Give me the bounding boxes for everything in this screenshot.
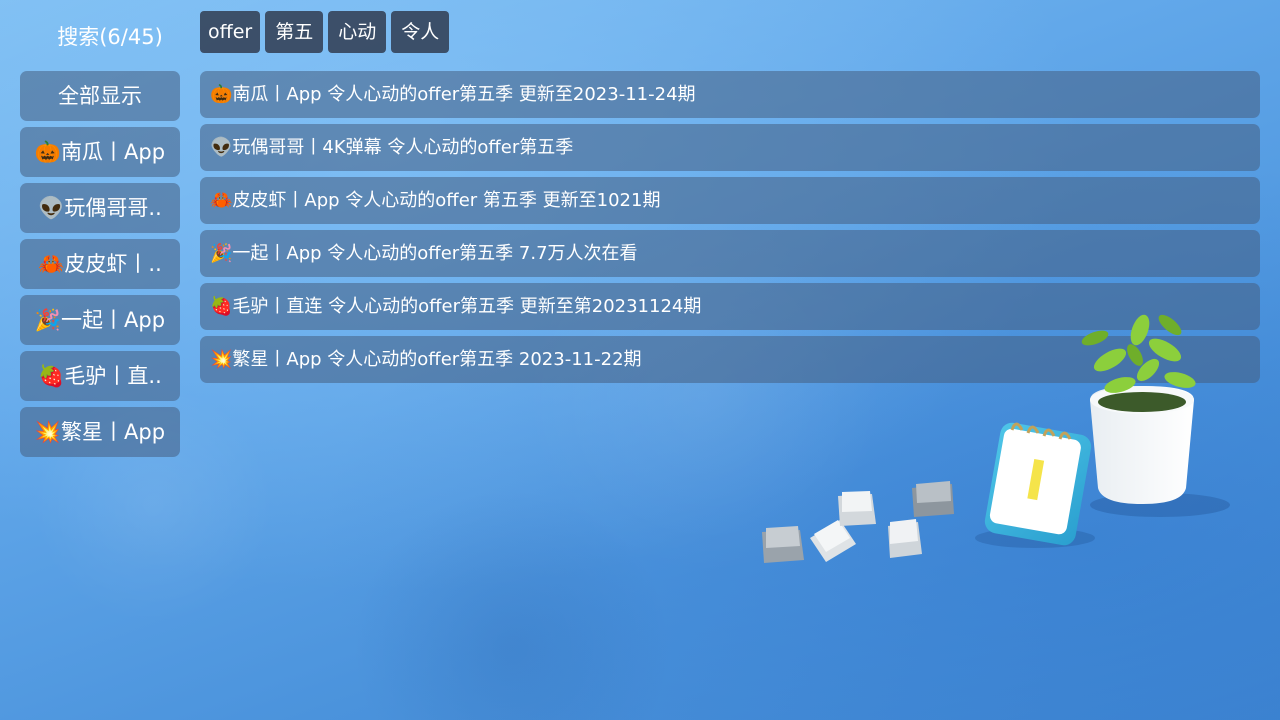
sidebar-item-source[interactable]: 💥繁星丨App (20, 407, 180, 457)
result-row[interactable]: 🎉一起丨App 令人心动的offer第五季 7.7万人次在看 (200, 230, 1260, 277)
keyword-tags: offer 第五 心动 令人 (200, 11, 450, 53)
sidebar-item-source[interactable]: 🎃南瓜丨App (20, 127, 180, 177)
sidebar-item-source[interactable]: 👽玩偶哥哥.. (20, 183, 180, 233)
sidebar-item-source[interactable]: 🍓毛驴丨直.. (20, 351, 180, 401)
search-result-title: 搜索(6/45) (57, 25, 163, 49)
keycap-icon (762, 526, 804, 563)
potted-plant-icon (1081, 314, 1196, 504)
keycap-icon (838, 491, 876, 526)
keyword-tag[interactable]: 第五 (265, 11, 324, 53)
sidebar-item-source[interactable]: 🦀皮皮虾丨.. (20, 239, 180, 289)
keyword-tag[interactable]: 心动 (328, 11, 387, 53)
result-row[interactable]: 👽玩偶哥哥丨4K弹幕 令人心动的offer第五季 (200, 124, 1260, 171)
keyword-tag[interactable]: 令人 (391, 11, 450, 53)
result-row[interactable]: 🦀皮皮虾丨App 令人心动的offer 第五季 更新至1021期 (200, 177, 1260, 224)
source-sidebar: 全部显示 🎃南瓜丨App 👽玩偶哥哥.. 🦀皮皮虾丨.. 🎉一起丨App 🍓毛驴… (20, 71, 180, 463)
keyword-tag[interactable]: offer (200, 11, 261, 53)
sidebar-item-show-all[interactable]: 全部显示 (20, 71, 180, 121)
keycap-icon (810, 520, 856, 562)
result-row[interactable]: 🎃南瓜丨App 令人心动的offer第五季 更新至2023-11-24期 (200, 71, 1260, 118)
wallpaper-illustration (762, 314, 1230, 563)
sidebar-item-source[interactable]: 🎉一起丨App (20, 295, 180, 345)
keycap-icon (912, 481, 954, 517)
calendar-icon (984, 422, 1092, 546)
keycap-icon (888, 519, 922, 558)
